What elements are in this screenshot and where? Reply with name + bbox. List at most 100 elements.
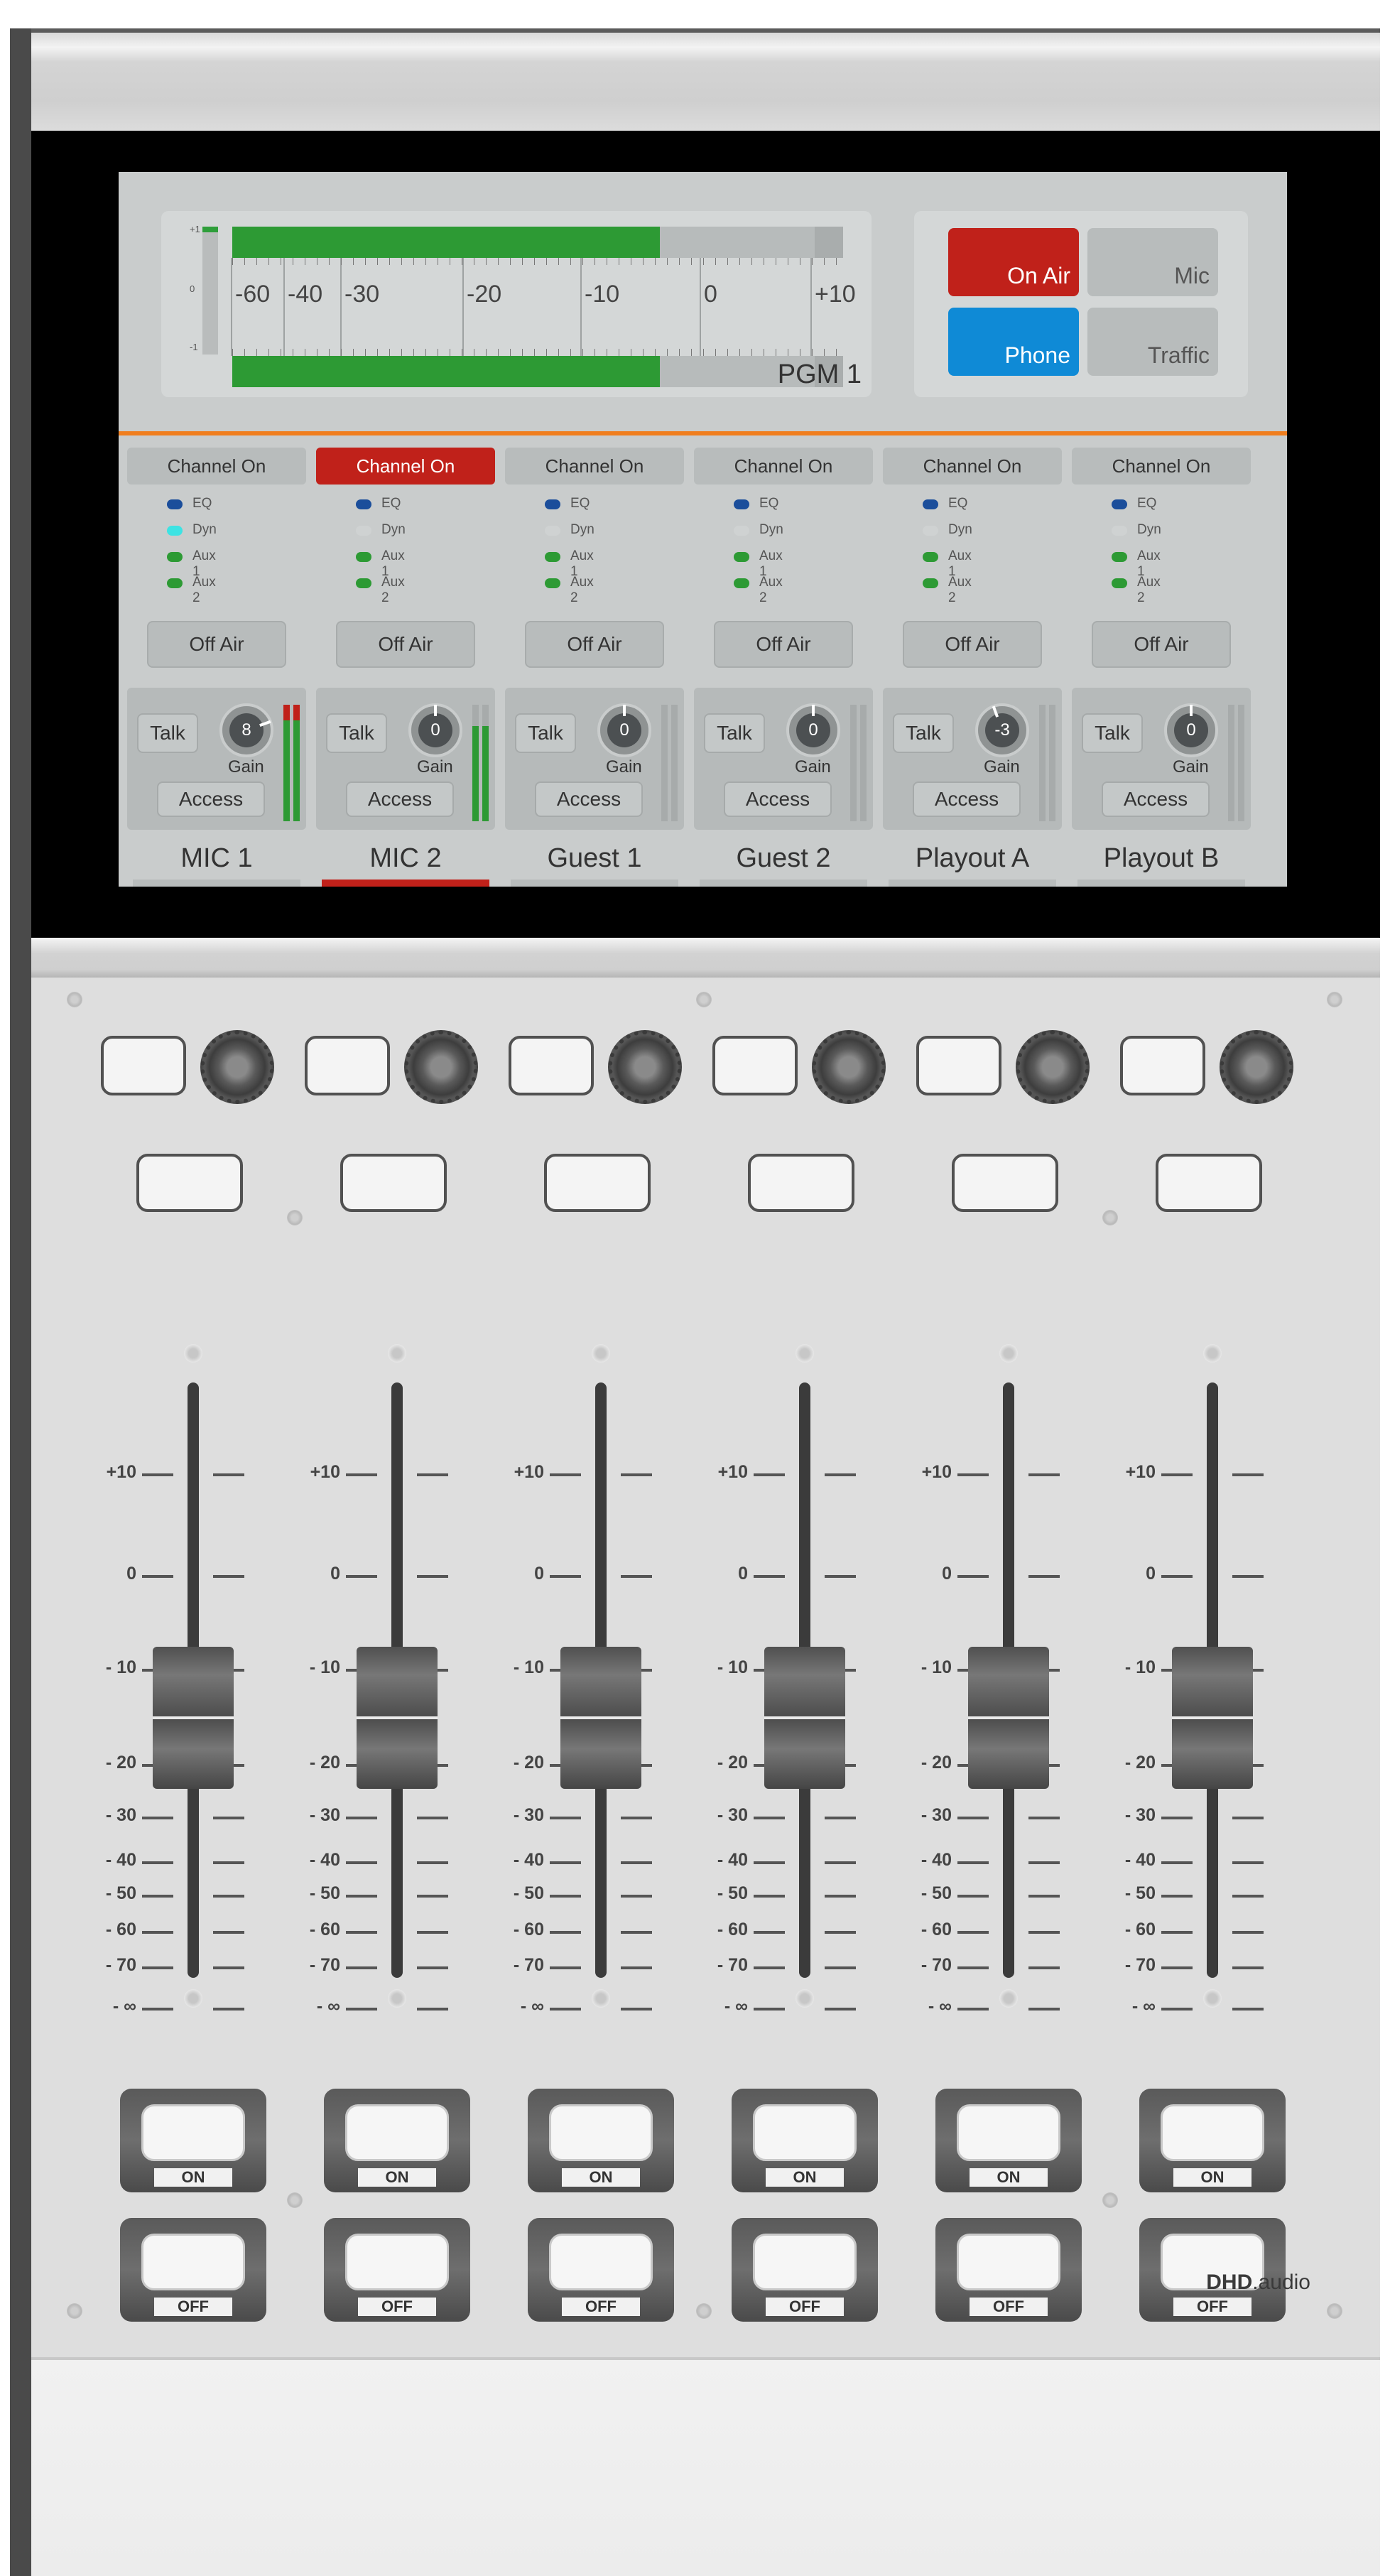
select-key[interactable] [712,1036,798,1095]
channel-select-bar[interactable] [1077,880,1245,887]
on-button-face [957,2104,1060,2161]
select-key[interactable] [305,1036,390,1095]
on-air-button[interactable]: On Air [948,228,1079,296]
level-meter [661,705,668,821]
talk-button[interactable]: Talk [515,713,576,753]
fader-knob[interactable] [560,1647,641,1789]
talk-button[interactable]: Talk [893,713,954,753]
function-key[interactable] [952,1154,1058,1212]
off-air-button[interactable]: Off Air [903,621,1042,668]
off-air-button[interactable]: Off Air [336,621,475,668]
level-meter [1039,705,1046,821]
fader-bottom-screw [999,1989,1018,2008]
channel-select-bar[interactable] [322,880,489,887]
screw [1327,2303,1342,2319]
fader-scale-label: +10 [717,1462,748,1482]
on-button[interactable]: ON [120,2089,266,2192]
fader-knob[interactable] [968,1647,1049,1789]
rotary-encoder[interactable] [812,1030,886,1104]
on-button[interactable]: ON [528,2089,674,2192]
function-key[interactable] [748,1154,854,1212]
off-air-button[interactable]: Off Air [147,621,286,668]
off-button-label: OFF [358,2298,436,2316]
access-button[interactable]: Access [535,781,643,817]
channel-on-button[interactable]: Channel On [694,448,873,485]
access-button[interactable]: Access [1102,781,1210,817]
off-button[interactable]: OFF [120,2218,266,2322]
option-label: Aux 2 [381,575,405,605]
talk-button[interactable]: Talk [1082,713,1143,753]
channel-select-bar[interactable] [700,880,867,887]
mic-button[interactable]: Mic [1087,228,1218,296]
rotary-encoder[interactable] [200,1030,274,1104]
on-button[interactable]: ON [324,2089,470,2192]
off-button[interactable]: OFF [732,2218,878,2322]
traffic-button[interactable]: Traffic [1087,308,1218,376]
select-key[interactable] [1120,1036,1205,1095]
rotary-encoder[interactable] [1220,1030,1293,1104]
access-button[interactable]: Access [913,781,1021,817]
channel-on-button[interactable]: Channel On [127,448,306,485]
phone-button[interactable]: Phone [948,308,1079,376]
meter-minor-tick [824,349,825,356]
on-button[interactable]: ON [935,2089,1082,2192]
select-key[interactable] [916,1036,1001,1095]
option-label: Aux 2 [570,575,594,605]
select-key[interactable] [101,1036,186,1095]
gain-knob[interactable]: 0 [1164,703,1218,757]
channel-on-button[interactable]: Channel On [316,448,495,485]
fader-knob[interactable] [764,1647,845,1789]
off-button[interactable]: OFF [935,2218,1082,2322]
fader-knob[interactable] [153,1647,234,1789]
channel-select-bar[interactable] [889,880,1056,887]
on-button-label: ON [562,2168,640,2187]
function-key[interactable] [340,1154,447,1212]
fader-scale-label: - 20 [513,1753,544,1773]
rotary-encoder[interactable] [608,1030,682,1104]
on-button[interactable]: ON [1139,2089,1286,2192]
channel-select-bar[interactable] [511,880,678,887]
on-button[interactable]: ON [732,2089,878,2192]
off-button[interactable]: OFF [1139,2218,1286,2322]
access-button[interactable]: Access [157,781,265,817]
rotary-encoder[interactable] [404,1030,478,1104]
fader-scale-label: - 40 [921,1850,952,1870]
option-led [923,499,938,509]
option-label: Aux 2 [192,575,216,605]
access-button[interactable]: Access [346,781,454,817]
fader-bottom-screw [592,1989,610,2008]
gain-knob[interactable]: 0 [597,703,651,757]
channel-on-button[interactable]: Channel On [1072,448,1251,485]
channel-on-button[interactable]: Channel On [883,448,1062,485]
talk-button[interactable]: Talk [326,713,387,753]
fader-top-screw [999,1344,1018,1363]
function-key[interactable] [136,1154,243,1212]
gain-knob[interactable]: 0 [786,703,840,757]
function-key[interactable] [1156,1154,1262,1212]
fader-scale-dash [213,1861,244,1864]
talk-button[interactable]: Talk [704,713,765,753]
select-key[interactable] [509,1036,594,1095]
talk-button[interactable]: Talk [137,713,198,753]
access-button[interactable]: Access [724,781,832,817]
gain-knob[interactable]: -3 [975,703,1029,757]
meter-minor-tick [739,258,740,265]
off-air-button[interactable]: Off Air [714,621,853,668]
gain-knob[interactable]: 0 [408,703,462,757]
rotary-encoder[interactable] [1016,1030,1090,1104]
off-button[interactable]: OFF [528,2218,674,2322]
option-label: Dyn [381,522,406,537]
channel-control-box: Talk -3 Gain Access [883,688,1062,830]
off-air-button[interactable]: Off Air [525,621,664,668]
fader-knob[interactable] [1172,1647,1253,1789]
off-button[interactable]: OFF [324,2218,470,2322]
console-frame: +1 0 -1 -60 -40 -30 -20 -10 0 +10 PGM 1 On Air [0,28,1390,2576]
option-led [923,526,938,536]
fader-knob[interactable] [357,1647,438,1789]
function-key[interactable] [544,1154,651,1212]
gain-knob[interactable]: 8 [219,703,273,757]
option-label: EQ [759,496,779,511]
off-air-button[interactable]: Off Air [1092,621,1231,668]
channel-select-bar[interactable] [133,880,300,887]
channel-on-button[interactable]: Channel On [505,448,684,485]
